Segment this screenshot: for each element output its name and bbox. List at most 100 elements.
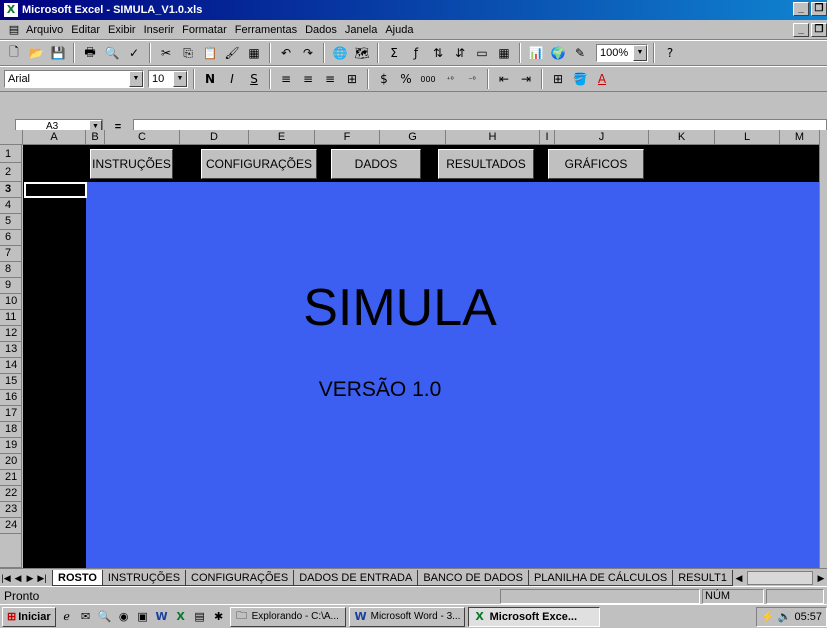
increase-indent-icon[interactable]: ⇥: [516, 69, 536, 89]
row-header[interactable]: 7: [0, 246, 22, 262]
select-all-corner[interactable]: [0, 130, 23, 145]
excel-icon[interactable]: X: [173, 609, 189, 625]
thousands-button[interactable]: 000: [418, 69, 438, 89]
column-header[interactable]: I: [540, 130, 555, 145]
resultados-button[interactable]: RESULTADOS: [438, 149, 534, 179]
menu-dados[interactable]: Dados: [301, 24, 341, 36]
volume-icon[interactable]: 🔊: [778, 610, 792, 623]
web-toolbar-icon[interactable]: 🗺: [352, 43, 372, 63]
form-icon[interactable]: ▭: [472, 43, 492, 63]
italic-button[interactable]: I: [222, 69, 242, 89]
document-icon[interactable]: ▤: [6, 22, 22, 38]
last-sheet-icon[interactable]: ▶|: [36, 571, 48, 585]
column-header[interactable]: H: [446, 130, 540, 145]
tab-result1[interactable]: RESULT1: [672, 569, 733, 586]
paste-icon[interactable]: 📋: [200, 43, 220, 63]
menu-exibir[interactable]: Exibir: [104, 24, 140, 36]
redo-icon[interactable]: ↷: [298, 43, 318, 63]
underline-button[interactable]: S: [244, 69, 264, 89]
row-header[interactable]: 5: [0, 214, 22, 230]
sort-descending-icon[interactable]: ⇵: [450, 43, 470, 63]
restore-button[interactable]: ❐: [811, 2, 827, 16]
hscroll-left-icon[interactable]: ◀: [733, 571, 745, 585]
tab-rosto[interactable]: ROSTO: [52, 569, 103, 586]
row-header[interactable]: 10: [0, 294, 22, 310]
desktop-icon[interactable]: ▣: [135, 609, 151, 625]
zoom-select[interactable]: 100% ▼: [596, 44, 648, 62]
row-header[interactable]: 3: [0, 182, 22, 198]
font-select[interactable]: Arial ▼: [4, 70, 144, 88]
row-header[interactable]: 8: [0, 262, 22, 278]
task-excel[interactable]: X Microsoft Exce...: [467, 606, 600, 627]
task-explorando[interactable]: 🗀 Explorando - C:\A...: [229, 606, 346, 627]
menu-ferramentas[interactable]: Ferramentas: [231, 24, 301, 36]
align-left-icon[interactable]: ≡: [276, 69, 296, 89]
decrease-indent-icon[interactable]: ⇤: [494, 69, 514, 89]
chevron-down-icon[interactable]: ▼: [633, 45, 647, 61]
column-header[interactable]: C: [105, 130, 180, 145]
row-header[interactable]: 20: [0, 454, 22, 470]
hscroll-right-icon[interactable]: ▶: [815, 571, 827, 585]
row-header[interactable]: 16: [0, 390, 22, 406]
row-header[interactable]: 6: [0, 230, 22, 246]
paste-function-icon[interactable]: ▦: [244, 43, 264, 63]
hyperlink-icon[interactable]: 🌐: [330, 43, 350, 63]
decrease-decimal-icon[interactable]: ⁻⁰: [462, 69, 482, 89]
internet-explorer-icon[interactable]: ℯ: [59, 609, 75, 625]
selected-cell-a3[interactable]: [24, 182, 87, 198]
row-header[interactable]: 24: [0, 518, 22, 534]
column-header[interactable]: K: [649, 130, 715, 145]
spelling-icon[interactable]: ✓: [124, 43, 144, 63]
outlook-icon[interactable]: ✉: [78, 609, 94, 625]
new-icon[interactable]: 🗋: [4, 43, 24, 63]
first-sheet-icon[interactable]: |◀: [0, 571, 12, 585]
vertical-scrollbar[interactable]: [819, 130, 827, 568]
menu-arquivo[interactable]: Arquivo: [22, 24, 67, 36]
row-header[interactable]: 21: [0, 470, 22, 486]
doc-restore-button[interactable]: ❐: [811, 23, 827, 37]
font-size-select[interactable]: 10 ▼: [148, 70, 188, 88]
app-icon[interactable]: ✱: [211, 609, 227, 625]
tray-icon[interactable]: ⚡: [761, 610, 775, 623]
print-icon[interactable]: 🖶: [80, 43, 100, 63]
open-icon[interactable]: 📂: [26, 43, 46, 63]
sort-ascending-icon[interactable]: ⇅: [428, 43, 448, 63]
app-icon[interactable]: ▤: [192, 609, 208, 625]
menu-ajuda[interactable]: Ajuda: [381, 24, 417, 36]
row-header[interactable]: 11: [0, 310, 22, 326]
column-header[interactable]: B: [86, 130, 105, 145]
map-icon[interactable]: 🌍: [548, 43, 568, 63]
table-icon[interactable]: ▦: [494, 43, 514, 63]
chart-wizard-icon[interactable]: 📊: [526, 43, 546, 63]
row-header[interactable]: 1: [0, 145, 22, 163]
bold-button[interactable]: N: [200, 69, 220, 89]
menu-inserir[interactable]: Inserir: [140, 24, 179, 36]
chevron-down-icon[interactable]: ▼: [173, 71, 187, 87]
print-preview-icon[interactable]: 🔍: [102, 43, 122, 63]
horizontal-scrollbar[interactable]: [746, 570, 813, 585]
tab-banco-de-dados[interactable]: BANCO DE DADOS: [417, 569, 529, 586]
row-header[interactable]: 18: [0, 422, 22, 438]
row-header[interactable]: 4: [0, 198, 22, 214]
menu-formatar[interactable]: Formatar: [178, 24, 231, 36]
row-header[interactable]: 22: [0, 486, 22, 502]
row-header[interactable]: 14: [0, 358, 22, 374]
tab-instrucoes[interactable]: INSTRUÇÕES: [101, 569, 187, 586]
drawing-icon[interactable]: ✎: [570, 43, 590, 63]
tab-configuracoes[interactable]: CONFIGURAÇÕES: [185, 569, 295, 586]
column-header[interactable]: G: [380, 130, 446, 145]
copy-icon[interactable]: ⎘: [178, 43, 198, 63]
instrucoes-button[interactable]: INSTRUÇÕES: [90, 149, 173, 179]
row-header[interactable]: 12: [0, 326, 22, 342]
tab-dados-de-entrada[interactable]: DADOS DE ENTRADA: [293, 569, 419, 586]
row-header[interactable]: 17: [0, 406, 22, 422]
tab-planilha-de-calculos[interactable]: PLANILHA DE CÁLCULOS: [527, 569, 674, 586]
currency-icon[interactable]: $: [374, 69, 394, 89]
configuracoes-button[interactable]: CONFIGURAÇÕES: [201, 149, 317, 179]
explorer-icon[interactable]: 🔍: [97, 609, 113, 625]
channels-icon[interactable]: ◉: [116, 609, 132, 625]
next-sheet-icon[interactable]: ▶: [24, 571, 36, 585]
row-header[interactable]: 23: [0, 502, 22, 518]
help-icon[interactable]: ?: [660, 43, 680, 63]
align-center-icon[interactable]: ≡: [298, 69, 318, 89]
